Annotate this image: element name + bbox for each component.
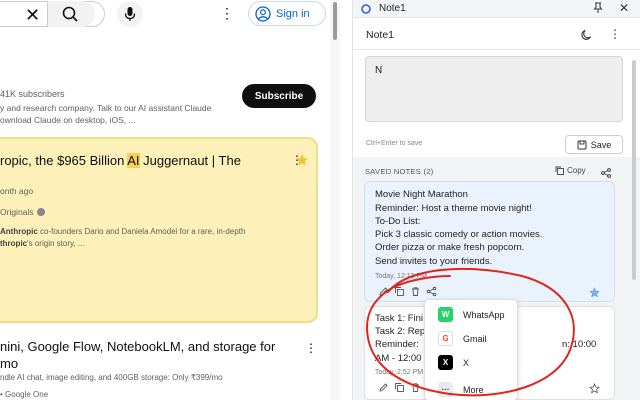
description-text: co-founders Dario and Daniela Amodei for…	[37, 227, 246, 236]
duplicate-icon[interactable]	[394, 382, 405, 393]
page-scrollbar[interactable]	[330, 0, 340, 400]
note-actions	[378, 382, 421, 393]
copy-icon	[555, 166, 564, 175]
x-icon: X	[438, 355, 453, 370]
gmail-icon: G	[438, 331, 453, 346]
search-input[interactable]: ✕	[0, 1, 105, 27]
search-button[interactable]	[47, 1, 95, 27]
ad-title-line: nini, Google Flow, NotebookLM, and stora…	[0, 339, 276, 354]
settings-menu-icon[interactable]: ⋮	[220, 4, 234, 22]
channel-description-line: y and research company. Talk to our AI a…	[0, 103, 212, 113]
duplicate-icon[interactable]	[394, 286, 405, 297]
screen: ✕ ⋮ Sign in 41K subscribers y and resear…	[0, 0, 640, 400]
more-icon: ···	[438, 382, 453, 397]
dark-mode-icon[interactable]	[581, 28, 593, 46]
account-icon	[255, 5, 271, 22]
note-menu-icon[interactable]: ⋮	[609, 27, 621, 41]
share-item-label: X	[463, 357, 470, 368]
note-line: Reminder: Host a theme movie night!	[375, 203, 532, 214]
saved-notes-label: SAVED NOTES (2)	[365, 167, 434, 176]
panel-scrollbar-thumb[interactable]	[632, 60, 636, 280]
share-item-label: WhatsApp	[463, 309, 505, 320]
share-item-label: More	[463, 384, 484, 395]
note-line: Order pizza or make fresh popcorn.	[375, 242, 525, 253]
video-title[interactable]: ropic, the $965 Billion AI Juggernaut | …	[0, 153, 290, 168]
edit-icon[interactable]	[378, 286, 389, 297]
ad-description: ndle AI chat, image editing, and 400GB s…	[0, 373, 223, 382]
sign-in-label: Sign in	[276, 7, 310, 20]
app-logo-icon	[361, 4, 371, 14]
youtube-page: ✕ ⋮ Sign in 41K subscribers y and resear…	[0, 0, 348, 400]
clear-search-icon[interactable]: ✕	[25, 5, 40, 25]
page-scrollbar-thumb[interactable]	[333, 2, 337, 40]
close-panel-icon[interactable]: ✕	[619, 1, 629, 15]
save-hint: Ctrl+Enter to save	[366, 140, 423, 147]
note-timestamp: Today, 2:52 PM	[375, 369, 424, 376]
video-upload-time: onth ago	[0, 186, 34, 196]
note-line: AM - 12:00	[375, 353, 422, 364]
note-line: Reminder:	[375, 339, 419, 350]
note-line: To-Do List:	[375, 216, 421, 227]
voice-search-button[interactable]	[117, 1, 143, 27]
video-title-text: Juggernaut | The	[139, 153, 241, 168]
video-description-line: thropic's origin story, ...	[0, 238, 300, 250]
divider	[353, 49, 640, 50]
video-description-line: Anthropic co-founders Dario and Daniela …	[0, 226, 300, 238]
share-whatsapp-item[interactable]: W WhatsApp	[438, 307, 505, 322]
subscribe-button[interactable]: Subscribe	[242, 84, 316, 108]
panel-title: Note1	[379, 3, 406, 14]
copy-all-button[interactable]: Copy	[555, 166, 586, 175]
share-icon[interactable]	[426, 286, 437, 297]
share-gmail-item[interactable]: G Gmail	[438, 331, 487, 346]
panel-titlebar: Note1 ✕	[353, 0, 640, 18]
save-label: Save	[590, 139, 612, 150]
verified-icon	[36, 208, 45, 216]
video-title-highlight: AI	[127, 153, 140, 168]
note-line: n: 10:00	[562, 339, 597, 350]
note-actions	[378, 286, 437, 297]
description-text: 's origin story, ...	[27, 239, 85, 248]
channel-description-line: ownload Claude on desktop, iOS, ...	[0, 115, 136, 125]
share-x-item[interactable]: X X	[438, 355, 469, 370]
ad-title-line: mo	[0, 356, 19, 371]
note-timestamp: Today, 12:13 PM	[375, 273, 428, 280]
pin-icon[interactable]	[593, 2, 603, 17]
note-line: Send invites to your friends.	[375, 256, 493, 267]
subscriber-count: 41K subscribers	[0, 89, 65, 99]
share-more-item[interactable]: ··· More	[438, 382, 484, 397]
note-line: Task 1: Fini	[375, 313, 424, 324]
note-textarea[interactable]: N	[365, 56, 623, 122]
note-title: Note1	[366, 29, 395, 41]
edit-icon[interactable]	[378, 382, 389, 393]
save-button[interactable]: Save	[565, 135, 623, 154]
favorite-star-icon[interactable]	[589, 381, 600, 399]
share-item-label: Gmail	[463, 333, 487, 344]
microphone-icon	[124, 7, 136, 21]
star-icon: ⋮	[291, 153, 308, 167]
save-icon	[577, 140, 587, 149]
delete-icon[interactable]	[410, 286, 421, 297]
card-menu[interactable]: ⋮	[291, 152, 309, 173]
ad-menu-icon[interactable]: ⋮	[305, 341, 317, 355]
note-line: Movie Night Marathon	[375, 189, 468, 200]
whatsapp-icon: W	[438, 307, 453, 322]
note-line: Task 2: Rep	[375, 326, 426, 337]
video-title-text: ropic, the $965 Billion	[0, 153, 128, 168]
description-keyword: Anthropic	[0, 227, 38, 236]
description-keyword: thropic	[0, 239, 28, 248]
delete-icon[interactable]	[410, 382, 421, 393]
video-channel[interactable]: Originals	[0, 207, 45, 217]
search-icon	[62, 6, 78, 22]
note-line: Pick 3 classic comedy or action movies.	[375, 229, 543, 240]
channel-name: Originals	[0, 207, 34, 217]
sign-in-button[interactable]: Sign in	[248, 1, 326, 26]
channel-description: y and research company. Talk to our AI a…	[0, 102, 236, 126]
ad-title[interactable]: nini, Google Flow, NotebookLM, and stora…	[0, 338, 296, 372]
video-description: Anthropic co-founders Dario and Daniela …	[0, 226, 300, 250]
ad-source: • Google One	[0, 390, 49, 399]
favorite-star-icon[interactable]	[589, 285, 600, 303]
youtube-header: ✕ ⋮ Sign in	[0, 0, 348, 28]
copy-label: Copy	[567, 166, 586, 175]
